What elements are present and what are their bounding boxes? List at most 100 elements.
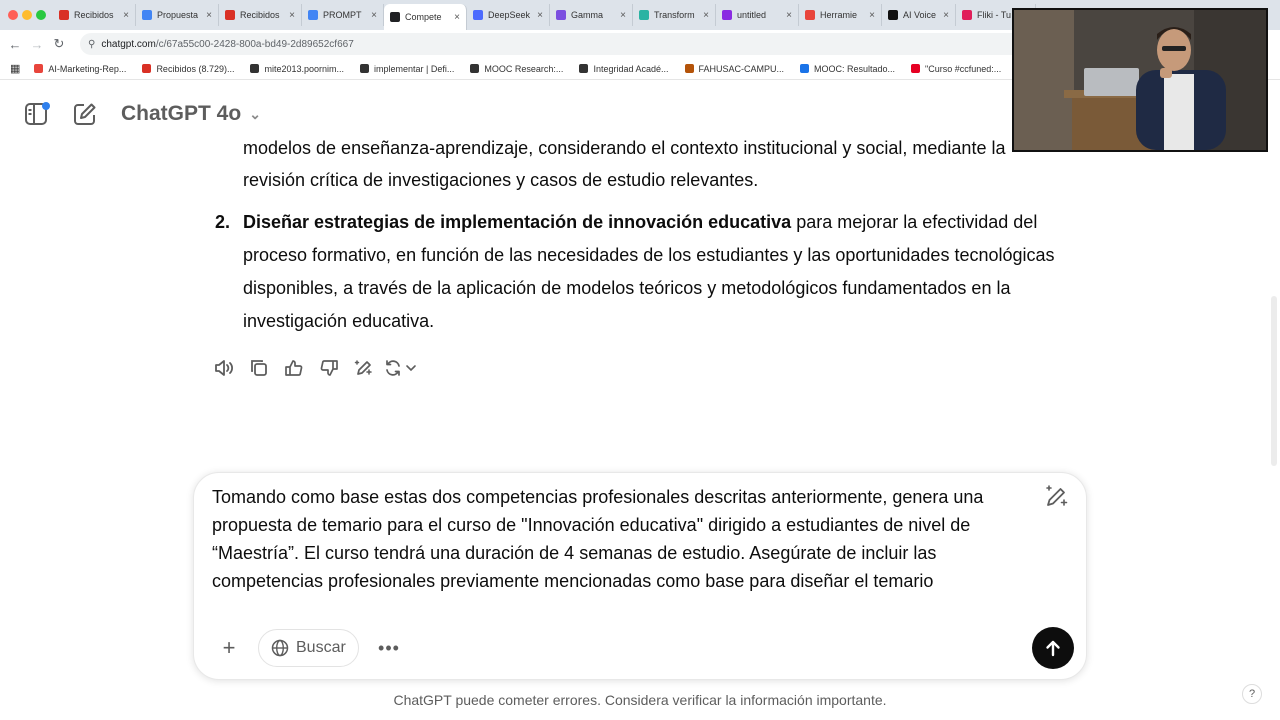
tab-label: DeepSeek <box>488 10 531 20</box>
back-arrow-icon[interactable]: ← <box>4 37 26 52</box>
prompt-composer: Tomando como base estas dos competencias… <box>193 472 1087 680</box>
close-window-icon[interactable] <box>8 10 18 20</box>
tab-close-icon[interactable]: × <box>703 10 709 21</box>
browser-tab[interactable]: Herramie × <box>799 4 882 26</box>
writing-tools-icon[interactable] <box>1042 483 1070 511</box>
maximize-window-icon[interactable] <box>36 10 46 20</box>
tab-label: Recibidos <box>240 10 280 20</box>
tab-favicon-icon <box>639 10 649 20</box>
bookmark-favicon-icon <box>360 64 370 73</box>
bookmark-label: MOOC: Resultado... <box>814 63 896 74</box>
thumbs-up-icon[interactable] <box>276 356 311 380</box>
bookmark-label: mite2013.poornim... <box>264 63 345 74</box>
bookmark-favicon-icon <box>250 64 260 73</box>
tab-label: AI Voice <box>903 10 937 20</box>
tab-close-icon[interactable]: × <box>454 12 460 23</box>
thumbs-down-icon[interactable] <box>311 356 346 380</box>
bookmark-item[interactable]: mite2013.poornim... <box>250 64 344 74</box>
bookmark-label: Recibidos (8.729)... <box>156 63 235 74</box>
bookmark-item[interactable]: "Curso #ccfuned:... <box>911 64 1001 74</box>
new-chat-icon[interactable] <box>72 101 98 127</box>
tab-favicon-icon <box>962 10 972 20</box>
more-options-icon[interactable]: ••• <box>372 631 406 665</box>
bookmark-label: MOOC Research:... <box>484 63 564 74</box>
browser-tab[interactable]: Compete × <box>384 4 467 30</box>
forward-arrow-icon[interactable]: → <box>26 37 48 52</box>
tab-favicon-icon <box>805 10 815 20</box>
tab-close-icon[interactable]: × <box>123 10 129 21</box>
tab-label: untitled <box>737 10 767 20</box>
minimize-window-icon[interactable] <box>22 10 32 20</box>
send-button[interactable] <box>1032 627 1074 669</box>
bookmark-item[interactable]: FAHUSAC-CAMPU... <box>684 64 784 74</box>
apps-grid-icon[interactable]: ▦ <box>10 62 20 75</box>
browser-tab[interactable]: Transform × <box>633 4 716 26</box>
prompt-input[interactable]: Tomando como base estas dos competencias… <box>212 483 1042 595</box>
tab-label: Recibidos <box>74 10 114 20</box>
browser-tab[interactable]: PROMPT × <box>302 4 384 26</box>
list-number: 2. <box>215 212 231 232</box>
tab-close-icon[interactable]: × <box>289 10 295 21</box>
presenter-video-illustration <box>1014 10 1266 150</box>
browser-tab[interactable]: DeepSeek × <box>467 4 550 26</box>
bookmark-item[interactable]: Integridad Acadé... <box>579 64 669 74</box>
browser-tab[interactable]: Recibidos × <box>219 4 302 26</box>
help-button[interactable]: ? <box>1242 684 1262 704</box>
tab-label: Gamma <box>571 10 604 20</box>
tab-label: Compete <box>405 12 442 22</box>
tab-label: Transform <box>654 10 695 20</box>
tab-favicon-icon <box>308 10 318 20</box>
browser-tab[interactable]: Recibidos × <box>53 4 136 26</box>
list-item-bold: Diseñar estrategias de implementación de… <box>243 212 792 232</box>
bookmark-favicon-icon <box>684 64 694 73</box>
bookmark-item[interactable]: Recibidos (8.729)... <box>142 64 234 74</box>
regenerate-icon[interactable] <box>381 356 421 380</box>
chevron-down-icon: ⌄ <box>249 105 261 122</box>
model-name: ChatGPT 4o <box>121 102 242 125</box>
bookmark-item[interactable]: implementar | Defi... <box>360 64 454 74</box>
tab-favicon-icon <box>390 12 400 22</box>
attach-plus-icon[interactable]: + <box>212 631 246 665</box>
assistant-message: modelos de enseñanza-aprendizaje, consid… <box>0 136 1280 466</box>
browser-tab[interactable]: Propuesta × <box>136 4 219 26</box>
bookmark-favicon-icon <box>142 64 152 73</box>
reload-icon[interactable]: ↻ <box>48 36 70 52</box>
tab-close-icon[interactable]: × <box>620 10 626 21</box>
tab-close-icon[interactable]: × <box>869 10 875 21</box>
tab-close-icon[interactable]: × <box>371 10 377 21</box>
tab-close-icon[interactable]: × <box>206 10 212 21</box>
model-selector[interactable]: ChatGPT 4o ⌄ <box>121 102 261 126</box>
browser-tab[interactable]: untitled × <box>716 4 799 26</box>
tab-close-icon[interactable]: × <box>943 10 949 21</box>
webcam-video-overlay <box>1012 8 1268 152</box>
tab-close-icon[interactable]: × <box>786 10 792 21</box>
edit-canvas-icon[interactable] <box>346 356 381 380</box>
browser-tab[interactable]: Gamma × <box>550 4 633 26</box>
tab-label: PROMPT <box>323 10 362 20</box>
bookmark-item[interactable]: MOOC: Resultado... <box>800 64 895 74</box>
tab-favicon-icon <box>888 10 898 20</box>
tab-favicon-icon <box>142 10 152 20</box>
search-button[interactable]: Buscar <box>258 629 359 667</box>
bookmark-favicon-icon <box>911 64 921 73</box>
url-path: /c/67a55c00-2428-800a-bd49-2d89652cf667 <box>155 38 354 50</box>
tab-close-icon[interactable]: × <box>537 10 543 21</box>
tab-label: Propuesta <box>157 10 199 20</box>
screen: Recibidos × Propuesta × Recibidos × PROMPT × Com… <box>0 0 1280 720</box>
arrow-up-icon <box>1046 640 1060 657</box>
tab-favicon-icon <box>59 10 69 20</box>
bookmark-label: "Curso #ccfuned:... <box>925 63 1002 74</box>
tab-favicon-icon <box>473 10 483 20</box>
sidebar-toggle-icon[interactable] <box>24 101 50 127</box>
bookmark-item[interactable]: MOOC Research:... <box>470 64 563 74</box>
site-info-icon[interactable]: ⚲ <box>88 39 95 50</box>
bookmark-favicon-icon <box>800 64 810 73</box>
message-actions <box>206 356 421 380</box>
copy-icon[interactable] <box>241 356 276 380</box>
read-aloud-icon[interactable] <box>206 356 241 380</box>
globe-icon <box>271 639 289 657</box>
message-line-partial: modelos de enseñanza-aprendizaje, consid… <box>243 138 1006 158</box>
bookmark-item[interactable]: AI-Marketing-Rep... <box>34 64 126 74</box>
browser-tab[interactable]: AI Voice × <box>882 4 956 26</box>
scrollbar[interactable] <box>1271 296 1277 466</box>
